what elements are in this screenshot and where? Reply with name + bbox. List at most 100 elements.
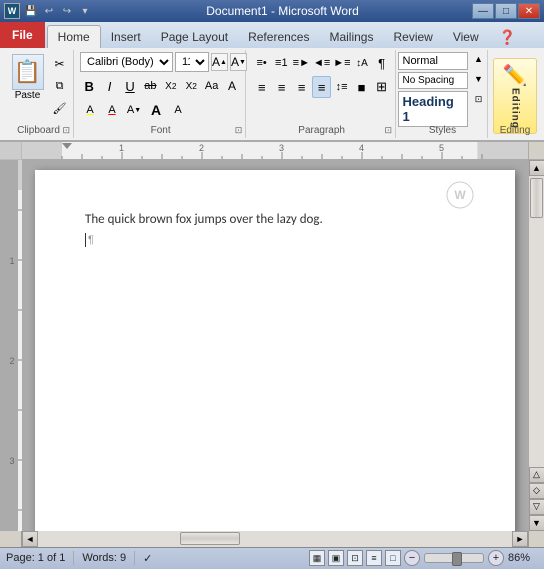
quick-access-more-btn[interactable]: ▾: [77, 3, 93, 19]
zoom-out-btn[interactable]: −: [404, 550, 420, 566]
scroll-right-btn[interactable]: ►: [512, 531, 528, 547]
h-scroll-thumb[interactable]: [180, 532, 240, 545]
zoom-level: 86%: [508, 552, 538, 564]
tab-references[interactable]: References: [238, 26, 319, 48]
styles-more-btn[interactable]: ⊡: [470, 92, 488, 106]
page-watermark: W: [445, 180, 475, 210]
style-normal[interactable]: Normal: [398, 52, 468, 70]
font-size-large-button[interactable]: A: [146, 100, 166, 120]
increase-indent-button[interactable]: ►≡: [332, 52, 351, 74]
svg-text:1: 1: [9, 256, 14, 266]
spelling-check-icon[interactable]: ✓: [143, 552, 152, 565]
tab-insert[interactable]: Insert: [101, 26, 151, 48]
change-case-button[interactable]: Aa: [202, 76, 220, 96]
show-hide-button[interactable]: ¶: [372, 52, 391, 74]
editing-main-btn[interactable]: ✏️ Editing: [493, 58, 537, 134]
document-scroll[interactable]: W The quick brown fox jumps over the laz…: [22, 160, 528, 531]
zoom-in-btn[interactable]: +: [488, 550, 504, 566]
align-right-button[interactable]: ≡: [292, 76, 311, 98]
tab-file[interactable]: File: [0, 22, 45, 48]
print-layout-btn[interactable]: ▦: [309, 550, 325, 566]
font-effects-button[interactable]: A▼: [124, 100, 144, 120]
underline-button[interactable]: U: [121, 76, 139, 96]
font-name-row: Calibri (Body) 11 A▲ A▼: [80, 52, 241, 72]
scroll-thumb[interactable]: [530, 178, 543, 218]
copy-button[interactable]: ⧉: [50, 76, 70, 96]
numbering-button[interactable]: ≡1: [272, 52, 291, 74]
document-text: The quick brown fox jumps over the lazy …: [85, 210, 465, 230]
shading-button[interactable]: ■: [352, 76, 371, 98]
scroll-gap-btn[interactable]: ◇: [529, 483, 544, 499]
words-status: Words: 9: [82, 552, 126, 564]
h-scroll-track[interactable]: [38, 531, 512, 547]
tab-help[interactable]: ❓: [489, 26, 526, 48]
strikethrough-button[interactable]: ab: [141, 76, 159, 96]
style-no-spacing[interactable]: No Spacing: [398, 72, 468, 89]
svg-text:4: 4: [359, 143, 364, 153]
line-spacing-button[interactable]: ↕≡: [332, 76, 351, 98]
font-size-select[interactable]: 11: [175, 52, 209, 72]
undo-quick-btn[interactable]: ↩: [41, 3, 57, 19]
superscript-button[interactable]: X2: [182, 76, 200, 96]
align-left-button[interactable]: ≡: [252, 76, 271, 98]
tab-mailings[interactable]: Mailings: [319, 26, 383, 48]
minimize-btn[interactable]: —: [472, 3, 494, 19]
svg-text:2: 2: [199, 143, 204, 153]
italic-button[interactable]: I: [100, 76, 118, 96]
bullets-button[interactable]: ≡•: [252, 52, 271, 74]
first-line-indent[interactable]: [62, 143, 72, 149]
justify-button[interactable]: ≡: [312, 76, 331, 98]
paste-button[interactable]: 📋 Paste: [8, 52, 48, 103]
draft-btn[interactable]: □: [385, 550, 401, 566]
font-expand-icon[interactable]: ⊡: [235, 125, 243, 136]
bold-button[interactable]: B: [80, 76, 98, 96]
font-name-select[interactable]: Calibri (Body): [80, 52, 173, 72]
page-up-btn[interactable]: △: [529, 467, 544, 483]
web-layout-btn[interactable]: ⊡: [347, 550, 363, 566]
horizontal-ruler: 1 2 3 4 5: [22, 142, 528, 160]
zoom-slider-thumb[interactable]: [452, 552, 462, 566]
clipboard-expand-icon[interactable]: ⊡: [62, 125, 70, 136]
tab-home[interactable]: Home: [47, 25, 101, 48]
page-down-btn[interactable]: ▽: [529, 499, 544, 515]
horizontal-scrollbar: ◄ ►: [0, 531, 544, 547]
status-sep1: [73, 551, 74, 565]
align-center-button[interactable]: ≡: [272, 76, 291, 98]
multilevel-button[interactable]: ≡►: [292, 52, 311, 74]
paragraph-expand-icon[interactable]: ⊡: [384, 125, 392, 136]
scroll-track[interactable]: [529, 176, 544, 467]
cut-button[interactable]: ✂: [50, 54, 70, 74]
svg-text:W: W: [454, 188, 466, 202]
maximize-btn[interactable]: □: [495, 3, 517, 19]
editing-main-icon: ✏️: [503, 63, 528, 88]
redo-quick-btn[interactable]: ↪: [59, 3, 75, 19]
scroll-down-btn[interactable]: ▼: [529, 515, 544, 531]
tab-view[interactable]: View: [443, 26, 489, 48]
tab-page-layout[interactable]: Page Layout: [151, 26, 238, 48]
styles-scroll-down[interactable]: ▼: [470, 72, 488, 86]
tab-review[interactable]: Review: [383, 26, 442, 48]
style-heading1[interactable]: Heading 1: [398, 91, 468, 127]
styles-scroll-up[interactable]: ▲: [470, 52, 488, 66]
subscript-button[interactable]: X2: [162, 76, 180, 96]
text-highlight-button[interactable]: A: [80, 100, 100, 120]
sort-button[interactable]: ↕A: [353, 52, 372, 74]
clear-formatting-button[interactable]: A: [223, 76, 241, 96]
scroll-left-btn[interactable]: ◄: [22, 531, 38, 547]
outline-btn[interactable]: ≡: [366, 550, 382, 566]
save-quick-btn[interactable]: 💾: [23, 3, 39, 19]
font-color-button[interactable]: A: [102, 100, 122, 120]
zoom-slider[interactable]: [424, 553, 484, 563]
full-screen-btn[interactable]: ▣: [328, 550, 344, 566]
vertical-ruler: 1 2 3: [0, 160, 22, 531]
format-painter-button[interactable]: 🖌: [50, 98, 70, 118]
decrease-indent-button[interactable]: ◄≡: [312, 52, 331, 74]
border-button[interactable]: ⊞: [372, 76, 391, 98]
close-btn[interactable]: ✕: [518, 3, 540, 19]
grow-font-button[interactable]: A▲: [211, 53, 228, 71]
scroll-up-btn[interactable]: ▲: [529, 160, 544, 176]
styles-scroll-btns: ▲ ▼ ⊡: [470, 52, 488, 106]
font-size-small-button[interactable]: A: [168, 100, 188, 120]
svg-text:3: 3: [9, 456, 14, 466]
shrink-font-button[interactable]: A▼: [230, 53, 247, 71]
